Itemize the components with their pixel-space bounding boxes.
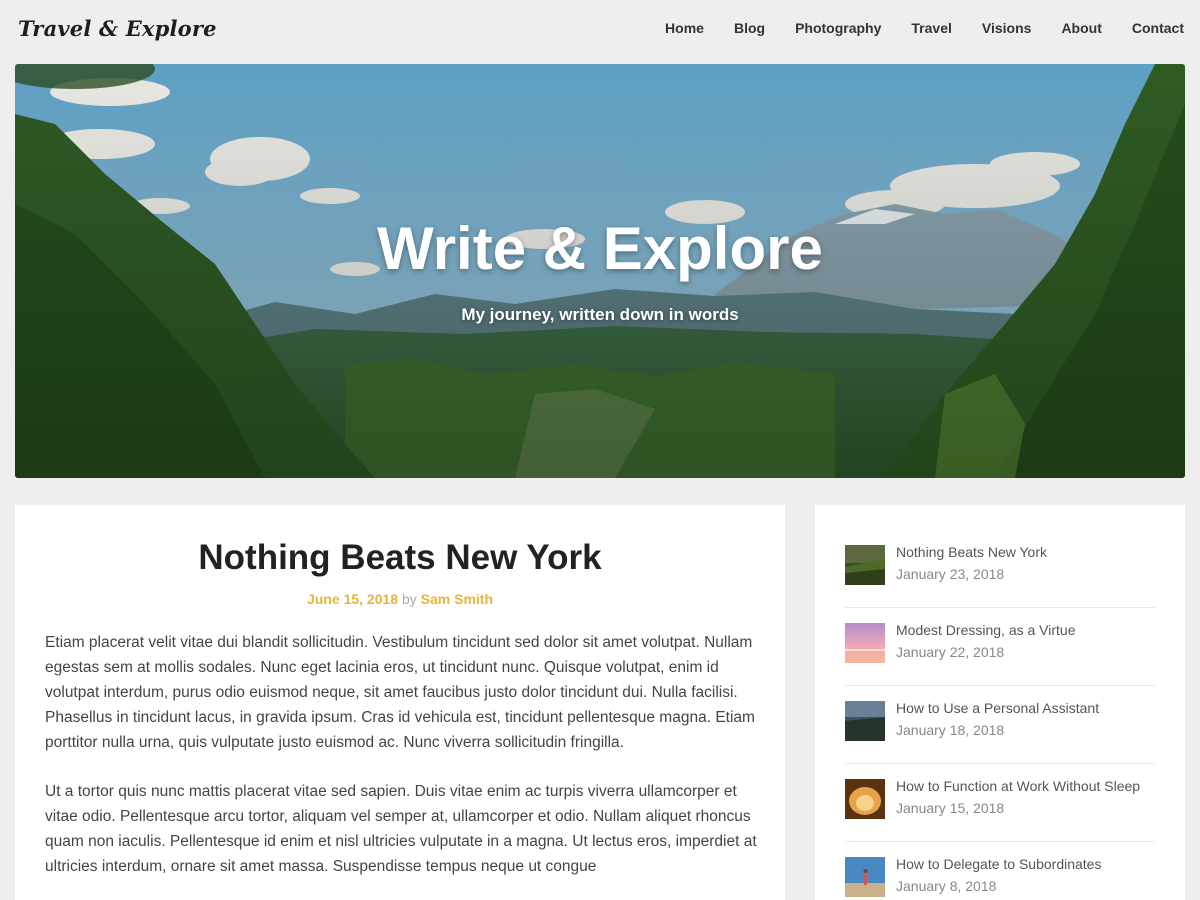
nav-about[interactable]: About <box>1061 20 1101 36</box>
recent-post-title[interactable]: Nothing Beats New York <box>896 544 1047 560</box>
article-by-label: by <box>401 591 417 607</box>
recent-post-title[interactable]: How to Use a Personal Assistant <box>896 700 1099 716</box>
recent-post-item[interactable]: Nothing Beats New York January 23, 2018 <box>845 530 1155 608</box>
recent-post-title[interactable]: How to Function at Work Without Sleep <box>896 778 1140 794</box>
nav-visions[interactable]: Visions <box>982 20 1032 36</box>
article-author-link[interactable]: Sam Smith <box>421 591 493 607</box>
recent-post-date: January 15, 2018 <box>896 800 1005 816</box>
article-card: Nothing Beats New York June 15, 2018 by … <box>15 505 785 900</box>
recent-post-date: January 23, 2018 <box>896 566 1005 582</box>
nav-travel[interactable]: Travel <box>911 20 951 36</box>
nav-home[interactable]: Home <box>665 20 704 36</box>
hero-subtitle: My journey, written down in words <box>461 305 739 324</box>
dark-landscape-thumbnail <box>845 701 885 741</box>
nav-contact[interactable]: Contact <box>1132 20 1184 36</box>
recent-post-title[interactable]: How to Delegate to Subordinates <box>896 856 1101 872</box>
article-paragraph: Ut a tortor quis nunc mattis placerat vi… <box>45 783 757 875</box>
sidebar-recent-posts: Nothing Beats New York January 23, 2018 … <box>815 505 1185 900</box>
pink-sky-thumbnail <box>845 623 885 663</box>
field-sunset-thumbnail <box>845 545 885 585</box>
recent-posts-list: Nothing Beats New York January 23, 2018 … <box>845 530 1155 900</box>
hero-banner: Write & Explore My journey, written down… <box>15 64 1185 478</box>
site-logo[interactable]: Travel & Explore <box>18 16 217 41</box>
recent-post-date: January 8, 2018 <box>896 878 997 894</box>
nav-photography[interactable]: Photography <box>795 20 881 36</box>
recent-post-date: January 18, 2018 <box>896 722 1005 738</box>
article-date-link[interactable]: June 15, 2018 <box>307 591 398 607</box>
article-body: Etiam placerat velit vitae dui blandit s… <box>45 630 760 900</box>
recent-post-item[interactable]: How to Delegate to Subordinates January … <box>845 842 1155 900</box>
article-title[interactable]: Nothing Beats New York <box>15 538 785 578</box>
hero-title: Write & Explore <box>377 215 823 282</box>
recent-post-item[interactable]: Modest Dressing, as a Virtue January 22,… <box>845 608 1155 686</box>
site-header: Travel & Explore Home Blog Photography T… <box>0 0 1200 64</box>
main-nav: Home Blog Photography Travel Visions Abo… <box>635 20 1184 36</box>
recent-post-item[interactable]: How to Use a Personal Assistant January … <box>845 686 1155 764</box>
cave-thumbnail <box>845 779 885 819</box>
nav-blog[interactable]: Blog <box>734 20 765 36</box>
article-meta: June 15, 2018 by Sam Smith <box>15 591 785 607</box>
person-beach-thumbnail <box>845 857 885 897</box>
article-paragraph: Etiam placerat velit vitae dui blandit s… <box>45 634 755 751</box>
recent-post-date: January 22, 2018 <box>896 644 1005 660</box>
recent-post-title[interactable]: Modest Dressing, as a Virtue <box>896 622 1076 638</box>
recent-post-item[interactable]: How to Function at Work Without Sleep Ja… <box>845 764 1155 842</box>
